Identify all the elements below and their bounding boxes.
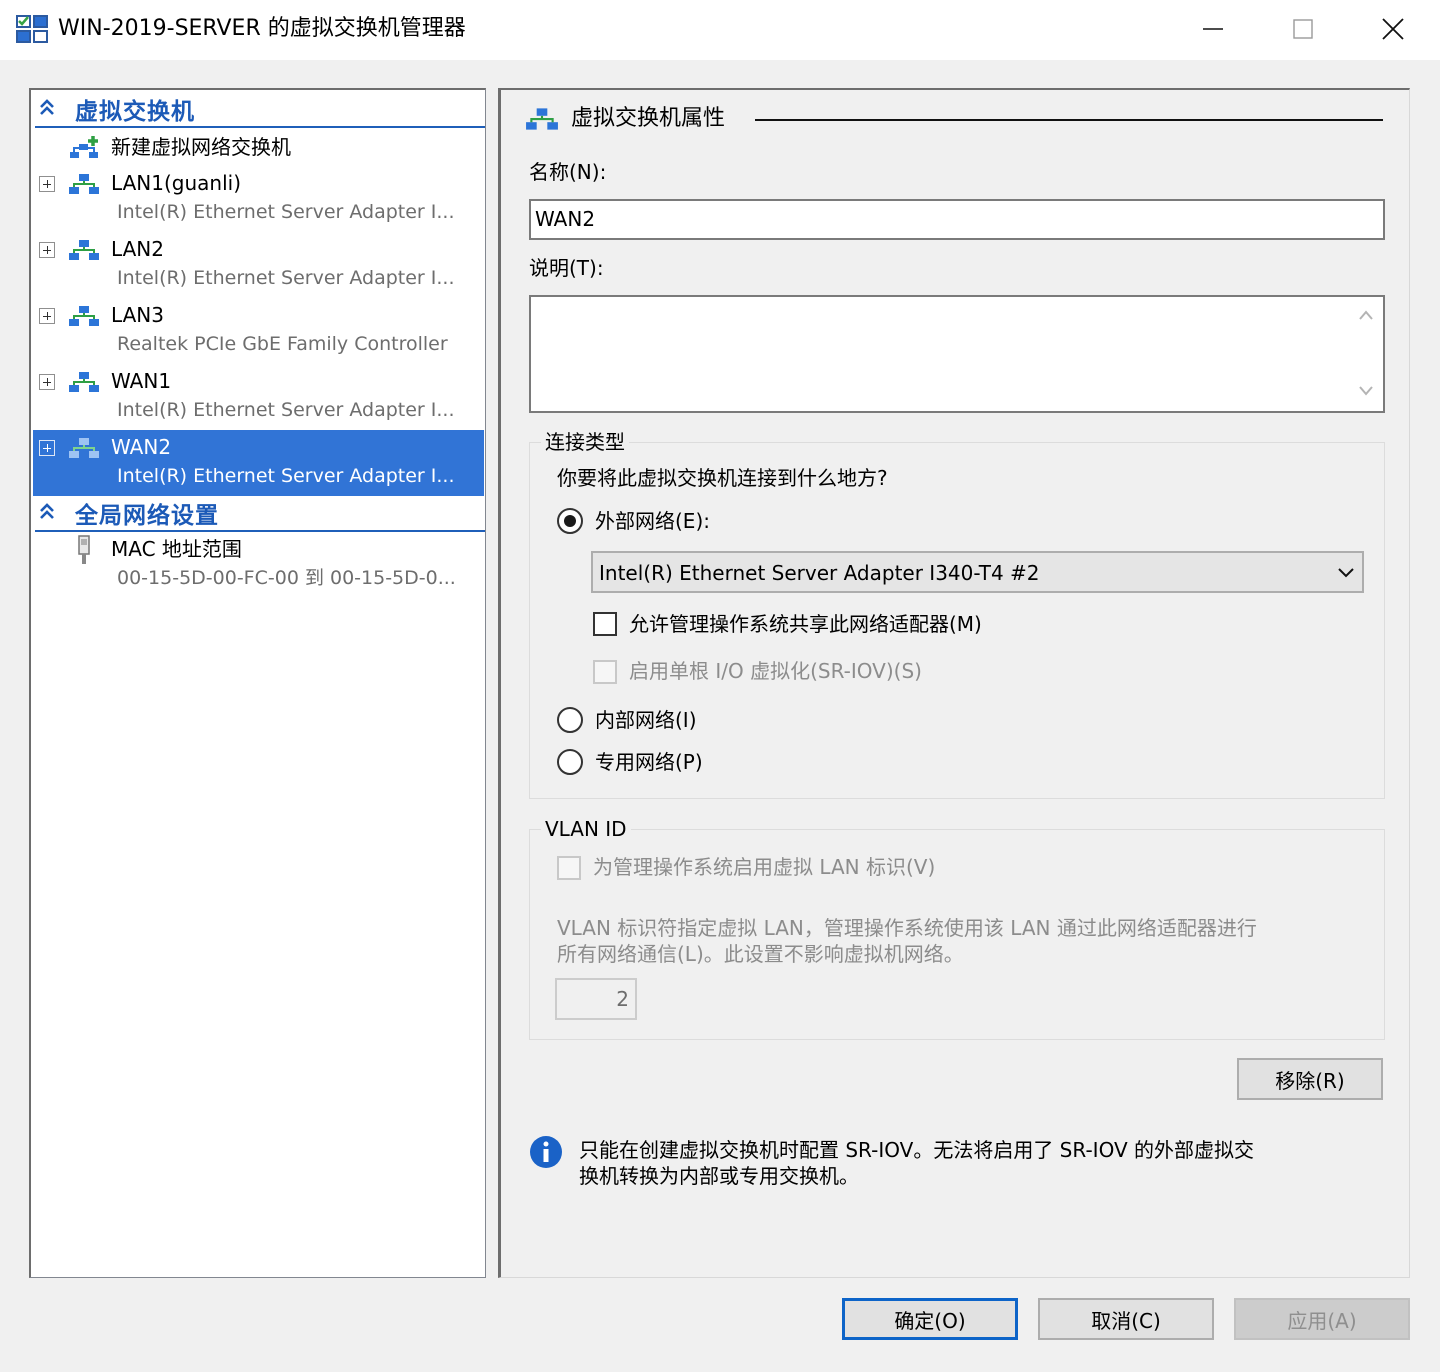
add-switch-icon bbox=[70, 136, 98, 158]
adapter-select-value: Intel(R) Ethernet Server Adapter I340-T4… bbox=[599, 561, 1040, 585]
expand-icon[interactable] bbox=[39, 440, 55, 456]
connection-question: 你要将此虚拟交换机连接到什么地方? bbox=[557, 466, 888, 490]
network-switch-icon bbox=[69, 174, 99, 194]
cancel-button[interactable]: 取消(C) bbox=[1038, 1298, 1214, 1340]
ok-button[interactable]: 确定(O) bbox=[842, 1298, 1018, 1340]
section-label: 全局网络设置 bbox=[75, 503, 219, 529]
tree-item-lan1[interactable]: LAN1(guanli) Intel(R) Ethernet Server Ad… bbox=[33, 166, 484, 232]
sriov-checkbox[interactable] bbox=[593, 660, 617, 684]
scroll-down-icon[interactable] bbox=[1358, 385, 1374, 397]
vlan-title: VLAN ID bbox=[541, 815, 631, 843]
minimize-button[interactable] bbox=[1168, 0, 1258, 58]
internal-network-radio[interactable] bbox=[557, 707, 583, 733]
switch-adapter: Intel(R) Ethernet Server Adapter I... bbox=[117, 267, 455, 289]
vlan-enable-checkbox[interactable] bbox=[557, 856, 581, 880]
external-network-label: 外部网络(E): bbox=[595, 509, 710, 533]
mac-range-label: MAC 地址范围 bbox=[111, 537, 242, 561]
network-switch-icon bbox=[69, 240, 99, 260]
section-header-virtual-switches[interactable]: 虚拟交换机 bbox=[35, 90, 485, 128]
description-scrollbar[interactable] bbox=[1349, 297, 1383, 411]
switch-tree-panel: 虚拟交换机 新建虚拟网络交换机 LAN1(guanli) Intel(R) Et… bbox=[29, 88, 486, 1278]
minimize-icon bbox=[1203, 28, 1223, 30]
switch-adapter: Intel(R) Ethernet Server Adapter I... bbox=[117, 465, 455, 487]
connection-type-title: 连接类型 bbox=[541, 428, 629, 456]
private-network-label: 专用网络(P) bbox=[595, 750, 703, 774]
dropdown-chevron-icon bbox=[1338, 568, 1354, 578]
close-button[interactable] bbox=[1348, 0, 1438, 58]
collapse-chevron-icon bbox=[40, 99, 54, 115]
expand-icon[interactable] bbox=[39, 374, 55, 390]
apply-button[interactable]: 应用(A) bbox=[1234, 1298, 1410, 1340]
properties-header: 虚拟交换机属性 bbox=[571, 106, 726, 131]
mac-range-value: 00-15-5D-00-FC-00 到 00-15-5D-0... bbox=[117, 567, 456, 589]
tree-item-mac-address-range[interactable]: MAC 地址范围 00-15-5D-00-FC-00 到 00-15-5D-0.… bbox=[33, 532, 484, 598]
switch-name: WAN1 bbox=[111, 369, 172, 393]
title-bar: WIN-2019-SERVER 的虚拟交换机管理器 bbox=[0, 0, 1440, 60]
vlan-id-value: 2 bbox=[616, 987, 629, 1011]
switch-name: LAN3 bbox=[111, 303, 164, 327]
allow-management-os-label: 允许管理操作系统共享此网络适配器(M) bbox=[629, 612, 982, 636]
external-network-radio[interactable] bbox=[557, 508, 583, 534]
switch-name: WAN2 bbox=[111, 435, 172, 459]
tree-item-lan2[interactable]: LAN2 Intel(R) Ethernet Server Adapter I.… bbox=[33, 232, 484, 298]
properties-panel: 虚拟交换机属性 名称(N): WAN2 说明(T): 连接类型 你要将此虚拟交换… bbox=[498, 88, 1410, 1278]
internal-network-label: 内部网络(I) bbox=[595, 708, 697, 732]
tree-item-label: 新建虚拟网络交换机 bbox=[111, 135, 291, 159]
expand-icon[interactable] bbox=[39, 308, 55, 324]
header-divider bbox=[755, 119, 1383, 121]
switch-adapter: Realtek PCIe GbE Family Controller bbox=[117, 333, 448, 355]
vlan-description-line1: VLAN 标识符指定虚拟 LAN，管理操作系统使用该 LAN 通过此网络适配器进… bbox=[557, 916, 1257, 940]
expand-icon[interactable] bbox=[39, 242, 55, 258]
maximize-button[interactable] bbox=[1258, 0, 1348, 58]
remove-button[interactable]: 移除(R) bbox=[1237, 1058, 1383, 1100]
sriov-label: 启用单根 I/O 虚拟化(SR-IOV)(S) bbox=[629, 659, 922, 683]
mac-address-icon bbox=[78, 535, 90, 564]
collapse-chevron-icon bbox=[40, 503, 54, 519]
switch-name: LAN1(guanli) bbox=[111, 171, 241, 195]
vlan-description-line2: 所有网络通信(L)。此设置不影响虚拟机网络。 bbox=[557, 942, 964, 966]
vlan-enable-label: 为管理操作系统启用虚拟 LAN 标识(V) bbox=[593, 855, 936, 879]
section-label: 虚拟交换机 bbox=[75, 99, 195, 125]
scroll-up-icon[interactable] bbox=[1358, 309, 1374, 321]
allow-management-os-checkbox[interactable] bbox=[593, 612, 617, 636]
name-field[interactable]: WAN2 bbox=[529, 199, 1385, 240]
window-title: WIN-2019-SERVER 的虚拟交换机管理器 bbox=[58, 16, 466, 41]
info-text-line2: 换机转换为内部或专用交换机。 bbox=[579, 1164, 859, 1188]
tree-item-lan3[interactable]: LAN3 Realtek PCIe GbE Family Controller bbox=[33, 298, 484, 364]
tree-item-wan2[interactable]: WAN2 Intel(R) Ethernet Server Adapter I.… bbox=[33, 430, 484, 496]
switch-adapter: Intel(R) Ethernet Server Adapter I... bbox=[117, 201, 455, 223]
network-switch-icon bbox=[69, 306, 99, 326]
description-field[interactable] bbox=[529, 295, 1385, 413]
info-text-line1: 只能在创建虚拟交换机时配置 SR-IOV。无法将启用了 SR-IOV 的外部虚拟… bbox=[579, 1138, 1255, 1162]
vlan-id-field[interactable]: 2 bbox=[555, 978, 637, 1020]
maximize-icon bbox=[1293, 19, 1313, 39]
network-switch-icon bbox=[69, 438, 99, 458]
description-label: 说明(T): bbox=[529, 256, 604, 280]
adapter-select[interactable]: Intel(R) Ethernet Server Adapter I340-T4… bbox=[591, 551, 1364, 593]
name-field-value: WAN2 bbox=[535, 207, 596, 231]
private-network-radio[interactable] bbox=[557, 749, 583, 775]
network-switch-icon bbox=[69, 372, 99, 392]
expand-icon[interactable] bbox=[39, 176, 55, 192]
info-icon bbox=[530, 1136, 562, 1168]
new-virtual-switch-item[interactable]: 新建虚拟网络交换机 bbox=[33, 130, 484, 166]
switch-name: LAN2 bbox=[111, 237, 164, 261]
close-icon bbox=[1382, 18, 1404, 40]
section-header-global-network-settings[interactable]: 全局网络设置 bbox=[35, 494, 485, 532]
tree-item-wan1[interactable]: WAN1 Intel(R) Ethernet Server Adapter I.… bbox=[33, 364, 484, 430]
network-switch-icon bbox=[526, 108, 558, 130]
switch-adapter: Intel(R) Ethernet Server Adapter I... bbox=[117, 399, 455, 421]
app-icon bbox=[16, 15, 48, 43]
name-label: 名称(N): bbox=[529, 160, 607, 184]
